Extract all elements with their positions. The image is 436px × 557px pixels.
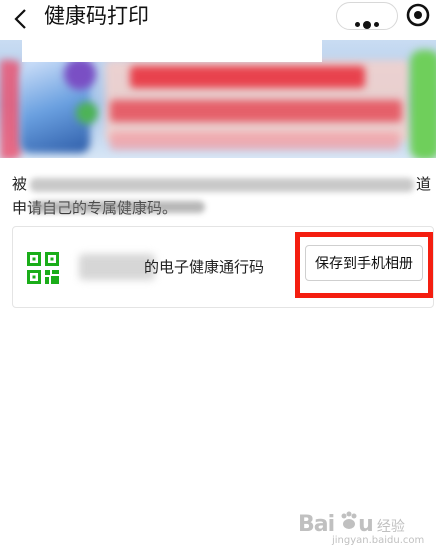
health-code-card: 的电子健康通行码 保存到手机相册	[12, 226, 434, 308]
watermark-url: jingyan.baidu.com	[332, 535, 425, 546]
banner-headline-blurred	[130, 66, 365, 88]
virus-icon	[64, 58, 96, 90]
promo-banner	[0, 40, 436, 158]
banner-plant	[410, 50, 436, 158]
target-close-icon[interactable]	[405, 2, 431, 28]
intro-line1-start: 被	[12, 175, 28, 193]
baidu-watermark: Bai u 经验 jingyan.baidu.com	[298, 511, 425, 546]
qr-code-icon	[27, 252, 59, 284]
redacted-text	[30, 178, 414, 192]
more-dots-icon	[355, 14, 382, 33]
page-title: 健康码打印	[44, 4, 149, 28]
save-to-album-button[interactable]: 保存到手机相册	[305, 245, 423, 281]
virus-icon	[76, 102, 98, 124]
intro-line1-end: 道	[416, 175, 432, 193]
watermark-word: 经验	[376, 519, 405, 535]
paw-icon	[341, 511, 357, 529]
banner-subline-blurred	[110, 100, 402, 122]
watermark-brand: Bai	[298, 512, 335, 537]
watermark-brand-tail: u	[358, 512, 374, 537]
health-code-title: 的电子健康通行码	[144, 258, 265, 276]
more-menu-button[interactable]	[336, 2, 398, 30]
chevron-left-icon[interactable]	[8, 6, 34, 32]
nav-bar: 健康码打印	[0, 0, 436, 40]
intro-text: 被 道 申请自己的专属健康码。	[12, 172, 432, 222]
